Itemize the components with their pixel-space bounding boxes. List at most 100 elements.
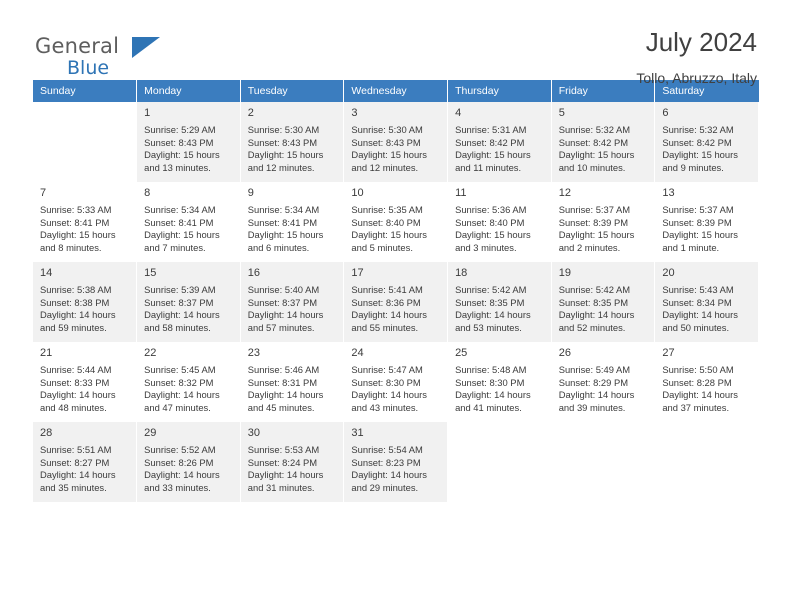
- calendar-day-cell[interactable]: 28 Sunrise: 5:51 AM Sunset: 8:27 PM Dayligh…: [33, 422, 138, 502]
- day-number: 31: [351, 427, 364, 439]
- sunrise-text: Sunrise: 5:43 AM: [662, 284, 734, 295]
- sunrise-text: Sunrise: 5:42 AM: [558, 284, 631, 295]
- calendar-day-cell[interactable]: 12 Sunrise: 5:37 AM Sunset: 8:39 PM Dayligh…: [551, 182, 656, 262]
- day-info: Sunrise: 5:42 AM Sunset: 8:35 PM Daylight:…: [455, 284, 545, 334]
- sunrise-text: Sunrise: 5:37 AM: [662, 204, 734, 215]
- day-number: 12: [558, 187, 571, 199]
- day-cell-content: 6 Sunrise: 5:32 AM Sunset: 8:42 PM Daylight…: [655, 102, 758, 174]
- daylight-text-line2: and 13 minutes.: [144, 161, 211, 173]
- day-number: 11: [455, 187, 467, 199]
- daylight-text-line1: Daylight: 15 hours: [40, 229, 116, 241]
- daylight-text-line2: and 29 minutes.: [351, 481, 419, 493]
- calendar-day-cell[interactable]: 13 Sunrise: 5:37 AM Sunset: 8:39 PM Dayligh…: [654, 182, 759, 262]
- calendar-week-row: 7 Sunrise: 5:33 AM Sunset: 8:41 PM Daylight…: [33, 182, 759, 262]
- calendar-day-cell[interactable]: 11 Sunrise: 5:36 AM Sunset: 8:40 PM Dayligh…: [447, 182, 552, 262]
- day-info: Sunrise: 5:53 AM Sunset: 8:24 PM Daylight:…: [248, 444, 338, 494]
- daylight-text-line1: Daylight: 14 hours: [247, 469, 324, 481]
- day-number: 5: [558, 107, 565, 119]
- day-cell-content: 13 Sunrise: 5:37 AM Sunset: 8:39 PM Dayligh…: [655, 182, 758, 254]
- calendar-day-cell[interactable]: 17 Sunrise: 5:41 AM Sunset: 8:36 PM Dayligh…: [343, 262, 449, 342]
- sunset-text: Sunset: 8:33 PM: [40, 376, 110, 388]
- day-number: 24: [351, 347, 364, 359]
- day-info: Sunrise: 5:29 AM Sunset: 8:43 PM Daylight:…: [144, 124, 234, 174]
- calendar-day-cell[interactable]: 3 Sunrise: 5:30 AM Sunset: 8:43 PM Daylight…: [343, 102, 449, 182]
- calendar-day-cell[interactable]: 1 Sunrise: 5:29 AM Sunset: 8:43 PM Daylight…: [136, 102, 241, 182]
- sunset-text: Sunset: 8:28 PM: [662, 376, 732, 388]
- sunrise-text: Sunrise: 5:44 AM: [40, 364, 112, 375]
- daylight-text-line1: Daylight: 14 hours: [144, 389, 220, 401]
- day-cell-content: 26 Sunrise: 5:49 AM Sunset: 8:29 PM Dayligh…: [552, 342, 655, 414]
- daylight-text-line1: Daylight: 14 hours: [662, 309, 738, 321]
- daylight-text-line1: Daylight: 14 hours: [455, 389, 531, 401]
- calendar-day-cell[interactable]: 5 Sunrise: 5:32 AM Sunset: 8:42 PM Daylight…: [551, 102, 656, 182]
- calendar-day-cell[interactable]: 6 Sunrise: 5:32 AM Sunset: 8:42 PM Daylight…: [654, 102, 759, 182]
- day-number: 13: [662, 187, 675, 199]
- sunset-text: Sunset: 8:35 PM: [558, 296, 629, 308]
- sunrise-text: Sunrise: 5:32 AM: [662, 124, 734, 135]
- calendar-day-cell[interactable]: 23 Sunrise: 5:46 AM Sunset: 8:31 PM Dayligh…: [240, 342, 345, 422]
- calendar-day-cell[interactable]: 24 Sunrise: 5:47 AM Sunset: 8:30 PM Dayligh…: [343, 342, 449, 422]
- calendar-day-cell[interactable]: 18 Sunrise: 5:42 AM Sunset: 8:35 PM Dayligh…: [447, 262, 552, 342]
- day-cell-content: 25 Sunrise: 5:48 AM Sunset: 8:30 PM Dayligh…: [448, 342, 551, 414]
- daylight-text-line2: and 3 minutes.: [455, 241, 517, 253]
- daylight-text-line1: Daylight: 14 hours: [455, 309, 531, 321]
- daylight-text-line2: and 6 minutes.: [247, 241, 310, 253]
- daylight-text-line1: Daylight: 14 hours: [558, 309, 635, 321]
- day-cell-content: 20 Sunrise: 5:43 AM Sunset: 8:34 PM Dayligh…: [655, 262, 758, 334]
- sunset-text: Sunset: 8:41 PM: [247, 216, 318, 228]
- calendar-day-cell[interactable]: 9 Sunrise: 5:34 AM Sunset: 8:41 PM Daylight…: [240, 182, 345, 262]
- calendar-day-cell[interactable]: 19 Sunrise: 5:42 AM Sunset: 8:35 PM Dayligh…: [551, 262, 656, 342]
- day-cell-content: 24 Sunrise: 5:47 AM Sunset: 8:30 PM Dayligh…: [344, 342, 447, 414]
- day-info: Sunrise: 5:34 AM Sunset: 8:41 PM Daylight:…: [248, 204, 338, 254]
- daylight-text-line2: and 53 minutes.: [455, 321, 522, 333]
- sunrise-text: Sunrise: 5:42 AM: [455, 284, 527, 295]
- sunset-text: Sunset: 8:37 PM: [144, 296, 214, 308]
- calendar-day-cell[interactable]: 2 Sunrise: 5:30 AM Sunset: 8:43 PM Daylight…: [240, 102, 345, 182]
- calendar-day-cell[interactable]: 10 Sunrise: 5:35 AM Sunset: 8:40 PM Dayligh…: [343, 182, 449, 262]
- calendar-day-cell[interactable]: 29 Sunrise: 5:52 AM Sunset: 8:26 PM Dayligh…: [136, 422, 241, 502]
- calendar-page: General Blue July 2024 Tollo, Abruzzo, I…: [0, 0, 792, 612]
- calendar-day-cell[interactable]: 30 Sunrise: 5:53 AM Sunset: 8:24 PM Dayligh…: [240, 422, 345, 502]
- day-number: 25: [455, 347, 468, 359]
- daylight-text-line1: Daylight: 15 hours: [351, 229, 427, 241]
- sunset-text: Sunset: 8:40 PM: [455, 216, 525, 228]
- calendar-day-cell[interactable]: 21 Sunrise: 5:44 AM Sunset: 8:33 PM Dayligh…: [33, 342, 138, 422]
- calendar-day-cell[interactable]: 31 Sunrise: 5:54 AM Sunset: 8:23 PM Dayligh…: [343, 422, 449, 502]
- calendar-day-cell[interactable]: 25 Sunrise: 5:48 AM Sunset: 8:30 PM Dayligh…: [447, 342, 552, 422]
- day-number: 7: [40, 187, 47, 199]
- sunset-text: Sunset: 8:29 PM: [558, 376, 629, 388]
- day-info: Sunrise: 5:49 AM Sunset: 8:29 PM Daylight:…: [559, 364, 649, 414]
- calendar-cell-empty: [33, 102, 138, 182]
- calendar-day-cell[interactable]: 22 Sunrise: 5:45 AM Sunset: 8:32 PM Dayligh…: [136, 342, 241, 422]
- calendar-day-cell[interactable]: 7 Sunrise: 5:33 AM Sunset: 8:41 PM Daylight…: [33, 182, 138, 262]
- calendar-day-cell[interactable]: 26 Sunrise: 5:49 AM Sunset: 8:29 PM Dayligh…: [551, 342, 656, 422]
- day-cell-content: 1 Sunrise: 5:29 AM Sunset: 8:43 PM Daylight…: [137, 102, 240, 174]
- sunrise-text: Sunrise: 5:31 AM: [455, 124, 527, 135]
- day-number: 27: [662, 347, 675, 359]
- weekday-header-monday: Monday: [136, 80, 241, 102]
- day-cell-content: 19 Sunrise: 5:42 AM Sunset: 8:35 PM Dayligh…: [552, 262, 655, 334]
- calendar-day-cell[interactable]: 4 Sunrise: 5:31 AM Sunset: 8:42 PM Daylight…: [447, 102, 552, 182]
- daylight-text-line1: Daylight: 15 hours: [558, 149, 635, 161]
- day-cell-content: 22 Sunrise: 5:45 AM Sunset: 8:32 PM Dayligh…: [137, 342, 240, 414]
- daylight-text-line2: and 2 minutes.: [558, 241, 621, 253]
- daylight-text-line2: and 45 minutes.: [247, 401, 315, 413]
- calendar-day-cell[interactable]: 20 Sunrise: 5:43 AM Sunset: 8:34 PM Dayligh…: [654, 262, 759, 342]
- sunset-text: Sunset: 8:38 PM: [40, 296, 110, 308]
- calendar-day-cell[interactable]: 16 Sunrise: 5:40 AM Sunset: 8:37 PM Dayligh…: [240, 262, 345, 342]
- day-cell-content: 9 Sunrise: 5:34 AM Sunset: 8:41 PM Daylight…: [241, 182, 344, 254]
- sunset-text: Sunset: 8:34 PM: [662, 296, 732, 308]
- sunrise-text: Sunrise: 5:37 AM: [558, 204, 631, 215]
- calendar-day-cell[interactable]: 8 Sunrise: 5:34 AM Sunset: 8:41 PM Daylight…: [136, 182, 241, 262]
- day-cell-content: 21 Sunrise: 5:44 AM Sunset: 8:33 PM Dayligh…: [33, 342, 136, 414]
- day-info: Sunrise: 5:52 AM Sunset: 8:26 PM Daylight:…: [144, 444, 234, 494]
- day-cell-content: 23 Sunrise: 5:46 AM Sunset: 8:31 PM Dayligh…: [241, 342, 344, 414]
- sunset-text: Sunset: 8:43 PM: [144, 136, 214, 148]
- calendar-day-cell[interactable]: 14 Sunrise: 5:38 AM Sunset: 8:38 PM Dayligh…: [33, 262, 138, 342]
- day-number: 19: [558, 267, 571, 279]
- calendar-day-cell[interactable]: 27 Sunrise: 5:50 AM Sunset: 8:28 PM Dayligh…: [654, 342, 759, 422]
- day-info: Sunrise: 5:33 AM Sunset: 8:41 PM Daylight:…: [40, 204, 130, 254]
- calendar-week-row: 21 Sunrise: 5:44 AM Sunset: 8:33 PM Dayligh…: [33, 342, 759, 422]
- sunset-text: Sunset: 8:43 PM: [351, 136, 421, 148]
- calendar-day-cell[interactable]: 15 Sunrise: 5:39 AM Sunset: 8:37 PM Dayligh…: [136, 262, 241, 342]
